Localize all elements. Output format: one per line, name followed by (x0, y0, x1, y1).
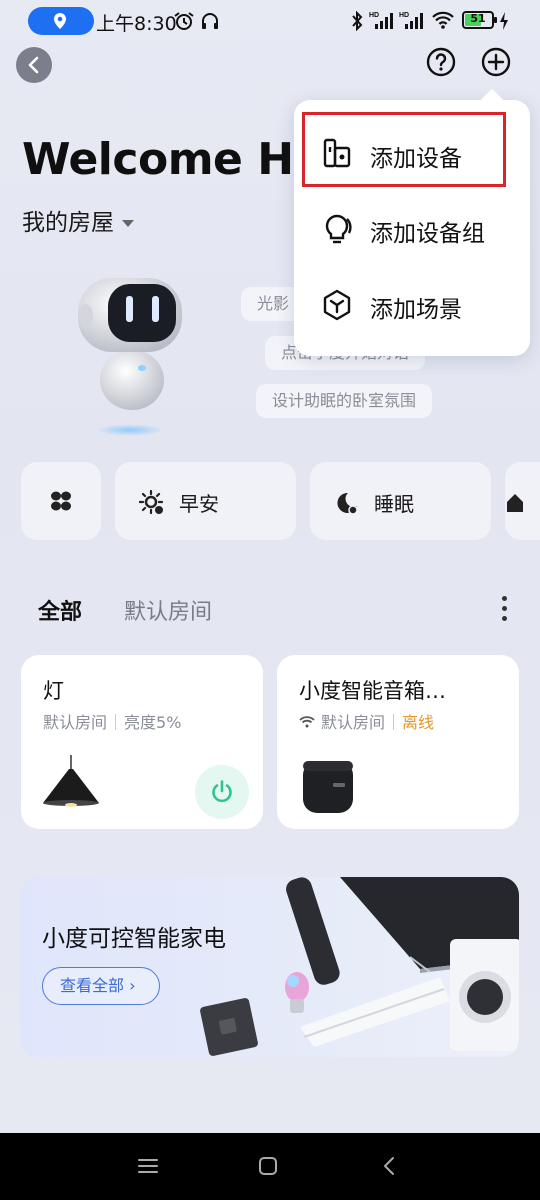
device-meta: 默认房间 亮度5% (43, 709, 181, 733)
device-title: 灯 (43, 679, 64, 703)
power-toggle-button[interactable] (195, 765, 249, 819)
svg-text:HD: HD (399, 12, 409, 19)
home-selector[interactable]: 我的房屋 (22, 203, 134, 237)
moon-icon (337, 492, 358, 515)
scene-chip-label: 早安 (179, 492, 219, 516)
suggestion-chip[interactable]: 设计助眠的卧室氛围 (256, 384, 433, 418)
caret-down-icon (122, 220, 134, 227)
more-options-icon[interactable] (496, 596, 512, 624)
location-icon (54, 13, 66, 29)
device-room: 默认房间 (321, 713, 386, 732)
tab-default-room[interactable]: 默认房间 (124, 594, 212, 626)
chevron-left-icon (28, 56, 39, 74)
scene-chip-more[interactable] (21, 462, 101, 540)
device-card-speaker[interactable]: 小度智能音箱… 默认房间 离线 (277, 655, 519, 829)
scene-chip-partial[interactable] (505, 462, 540, 540)
welcome-title: Welcome Ho (22, 134, 324, 185)
menu-item-label: 添加场景 (370, 297, 462, 323)
wifi-icon (299, 716, 315, 728)
scene-chip-morning[interactable]: 早安 (115, 462, 296, 540)
menu-icon[interactable] (133, 1151, 163, 1181)
status-time: 上午8:30 (96, 13, 177, 35)
signal-hd-icon: HD (369, 12, 393, 29)
home-button-icon[interactable] (253, 1151, 283, 1181)
power-icon (212, 780, 232, 803)
system-nav-bar (0, 1133, 540, 1200)
wifi-icon (432, 11, 454, 29)
highlight-box (302, 112, 506, 187)
location-indicator (28, 7, 94, 35)
appliances-illustration (200, 877, 519, 1056)
home-name: 我的房屋 (22, 210, 114, 236)
menu-item-label: 添加设备组 (370, 221, 485, 247)
bluetooth-icon (352, 11, 363, 31)
scene-chip-label: 睡眠 (374, 492, 414, 516)
device-card-light[interactable]: 灯 默认房间 亮度5% (21, 655, 263, 829)
home-icon (507, 494, 523, 512)
status-bar: 上午8:30 HD HD 51 (0, 0, 540, 40)
charging-icon (500, 12, 508, 30)
assistant-robot-avatar[interactable] (70, 272, 190, 442)
sun-icon (139, 490, 164, 515)
hexagon-scene-icon (323, 289, 351, 321)
bulb-group-icon (325, 214, 352, 244)
battery-level: 51 (470, 12, 486, 25)
headphones-icon (202, 13, 218, 29)
view-all-button[interactable]: 查看全部 › (42, 967, 160, 1005)
back-nav-icon[interactable] (375, 1151, 405, 1181)
device-status: 亮度5% (124, 713, 182, 732)
grid-icon (51, 491, 71, 511)
svg-text:HD: HD (369, 12, 379, 19)
smart-speaker-icon (303, 761, 353, 813)
device-status-offline: 离线 (402, 713, 435, 732)
device-meta: 默认房间 离线 (299, 709, 434, 733)
device-room: 默认房间 (43, 713, 108, 732)
signal-hd-icon: HD (399, 12, 423, 29)
scene-chip-sleep[interactable]: 睡眠 (310, 462, 491, 540)
promo-banner[interactable]: 小度可控智能家电 查看全部 › (20, 877, 519, 1057)
menu-item-add-scene[interactable]: 添加场景 (294, 269, 530, 339)
add-icon[interactable] (480, 46, 512, 78)
alarm-icon (174, 12, 194, 30)
help-icon[interactable] (425, 46, 457, 78)
battery-icon: 51 (462, 11, 497, 29)
device-title: 小度智能音箱… (299, 679, 446, 703)
tab-all[interactable]: 全部 (38, 594, 82, 626)
back-button[interactable] (16, 47, 52, 83)
menu-item-add-device-group[interactable]: 添加设备组 (294, 193, 530, 263)
pendant-lamp-icon (43, 755, 99, 807)
